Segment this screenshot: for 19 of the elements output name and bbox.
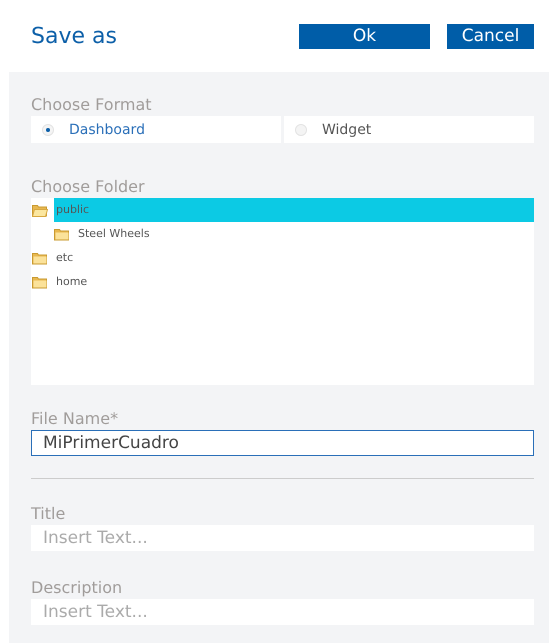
option-label[interactable]: Dashboard [69,122,145,138]
folder-item[interactable]: Steel Wheels [76,222,534,246]
section-label: Choose Format [31,94,152,116]
folder-item[interactable]: home [54,270,534,294]
description-field[interactable]: Insert Text... [31,599,534,625]
title-field[interactable]: Insert Text... [31,525,534,551]
file-name-field[interactable]: MiPrimerCuadro [31,430,534,456]
radio-button[interactable] [295,124,307,136]
option-label[interactable]: Widget [322,122,372,138]
dialog-button[interactable]: Cancel [447,24,534,48]
folder-item[interactable]: etc [54,246,534,270]
radio-button[interactable] [42,124,54,136]
field-label: Title [31,503,66,525]
field-label: File Name* [31,408,118,430]
folder-item[interactable]: public [54,198,534,222]
dialog-button[interactable]: Ok [299,24,430,48]
section-label: Choose Folder [31,176,145,198]
dialog-title: Save as [31,24,117,48]
field-label: Description [31,577,122,599]
